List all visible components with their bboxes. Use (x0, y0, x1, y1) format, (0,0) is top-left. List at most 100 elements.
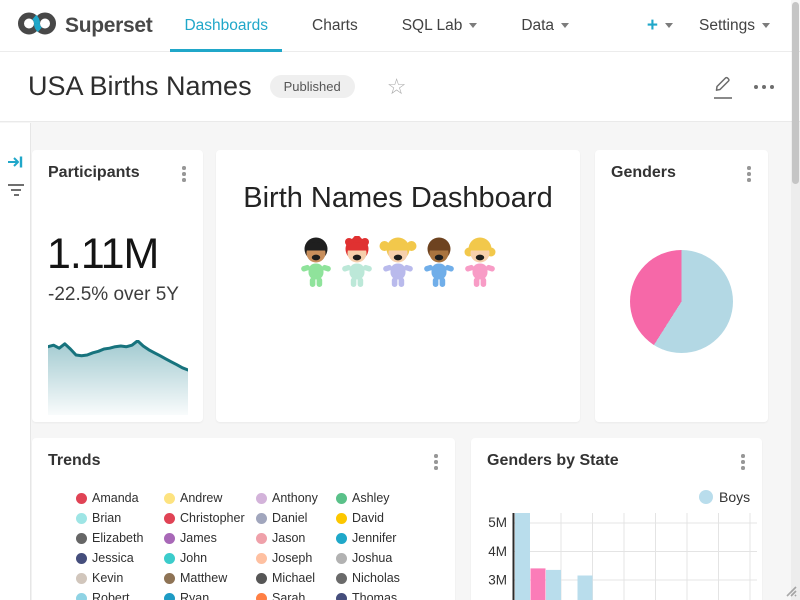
legend-item[interactable]: Nicholas (336, 568, 422, 588)
legend-label: Thomas (352, 591, 397, 600)
legend-item[interactable]: Thomas (336, 588, 422, 600)
chart-title: Participants (48, 164, 140, 182)
legend-item-boys[interactable]: Boys (699, 489, 750, 505)
child-emoji (338, 236, 376, 290)
settings-menu[interactable]: Settings (699, 17, 770, 35)
legend-item[interactable]: Christopher (164, 508, 256, 528)
legend-label: James (180, 531, 217, 545)
favorite-star-icon[interactable]: ☆ (387, 76, 407, 98)
legend-item[interactable]: Andrew (164, 488, 256, 508)
nav-item-dashboards[interactable]: Dashboards (162, 0, 290, 52)
dashboard-heading: Birth Names Dashboard (216, 182, 580, 215)
genders-card: Genders (595, 150, 768, 422)
kebab-menu-icon[interactable] (175, 164, 193, 186)
legend-item[interactable]: Joshua (336, 548, 422, 568)
child-emoji (461, 236, 499, 290)
superset-logo[interactable]: Superset (16, 10, 152, 42)
legend-color-dot (76, 573, 87, 584)
kids-row (216, 236, 580, 290)
legend-label: Boys (719, 489, 750, 505)
scrollbar-thumb[interactable] (792, 2, 799, 184)
chevron-down-icon (665, 23, 673, 28)
legend-item[interactable]: Kevin (76, 568, 164, 588)
published-badge[interactable]: Published (270, 75, 355, 98)
scrollbar-track[interactable] (791, 0, 800, 600)
expand-filter-bar-button[interactable] (6, 153, 26, 173)
legend-label: Jennifer (352, 531, 396, 545)
legend-label: Elizabeth (92, 531, 143, 545)
new-item-button[interactable]: + (647, 16, 673, 35)
legend-color-dot (256, 553, 267, 564)
legend-label: Anthony (272, 491, 318, 505)
legend-item[interactable]: Jason (256, 528, 336, 548)
kebab-menu-icon[interactable] (740, 164, 758, 186)
legend-item[interactable]: Robert (76, 588, 164, 600)
kebab-menu-icon[interactable] (734, 452, 752, 474)
legend-item[interactable]: Sarah (256, 588, 336, 600)
legend-item[interactable]: David (336, 508, 422, 528)
legend-color-dot (76, 533, 87, 544)
ellipsis-icon (754, 85, 758, 89)
legend-color-dot (164, 533, 175, 544)
pencil-icon (714, 75, 732, 96)
legend-item[interactable]: John (164, 548, 256, 568)
trend-subheader: -22.5% over 5Y (48, 284, 179, 306)
chart-title: Genders by State (487, 452, 619, 470)
svg-text:4M: 4M (488, 544, 507, 559)
legend-item[interactable]: Amanda (76, 488, 164, 508)
legend-color-dot (256, 573, 267, 584)
participants-card: Participants 1.11M -22.5% over 5Y (32, 150, 203, 422)
legend-color-dot (256, 513, 267, 524)
page-title: USA Births Names (28, 71, 252, 102)
legend-item[interactable]: Anthony (256, 488, 336, 508)
legend-item[interactable]: Michael (256, 568, 336, 588)
legend-label: Joseph (272, 551, 312, 565)
legend-color-dot (76, 553, 87, 564)
child-emoji (297, 236, 335, 290)
legend-item[interactable]: Ryan (164, 588, 256, 600)
legend-label: Michael (272, 571, 315, 585)
legend-color-dot (336, 533, 347, 544)
infinity-logo-icon (16, 10, 58, 42)
legend-color-dot (76, 493, 87, 504)
legend-item[interactable]: Jennifer (336, 528, 422, 548)
legend-color-dot (256, 493, 267, 504)
more-options-button[interactable] (754, 79, 774, 95)
legend-label: Daniel (272, 511, 307, 525)
kebab-menu-icon[interactable] (427, 452, 445, 474)
legend-label: Ashley (352, 491, 390, 505)
legend-item[interactable]: Elizabeth (76, 528, 164, 548)
legend-item[interactable]: James (164, 528, 256, 548)
legend-color-dot (699, 490, 713, 504)
legend-label: Joshua (352, 551, 392, 565)
participants-sparkline-chart (48, 340, 188, 415)
legend-item[interactable]: Jessica (76, 548, 164, 568)
chart-title: Trends (48, 452, 100, 470)
big-number-value: 1.11M (47, 230, 158, 279)
nav-item-charts[interactable]: Charts (290, 0, 380, 52)
nav-item-data[interactable]: Data (499, 0, 591, 52)
edit-dashboard-button[interactable] (714, 75, 732, 99)
legend-item[interactable]: Daniel (256, 508, 336, 528)
legend-color-dot (336, 493, 347, 504)
legend-label: Jessica (92, 551, 134, 565)
filter-bar-collapsed (0, 123, 31, 600)
legend-item[interactable]: Matthew (164, 568, 256, 588)
genders-pie-chart (630, 250, 733, 353)
legend-item[interactable]: Brian (76, 508, 164, 528)
legend-color-dot (336, 593, 347, 600)
legend-item[interactable]: Ashley (336, 488, 422, 508)
legend-color-dot (336, 553, 347, 564)
trends-card: Trends Amanda Andrew Anthony Ashley BrianChr… (32, 438, 455, 600)
chevron-down-icon (561, 23, 569, 28)
trends-legend: Amanda Andrew Anthony Ashley BrianChristophe… (76, 488, 422, 600)
arrow-to-bar-icon (6, 158, 24, 175)
legend-item[interactable]: Joseph (256, 548, 336, 568)
legend-label: David (352, 511, 384, 525)
top-nav: Superset Dashboards Charts SQL Lab Data … (0, 0, 800, 52)
filter-icon[interactable] (6, 181, 26, 201)
chevron-down-icon (469, 23, 477, 28)
legend-label: Amanda (92, 491, 139, 505)
legend-label: Matthew (180, 571, 227, 585)
nav-item-sql-lab[interactable]: SQL Lab (380, 0, 500, 52)
